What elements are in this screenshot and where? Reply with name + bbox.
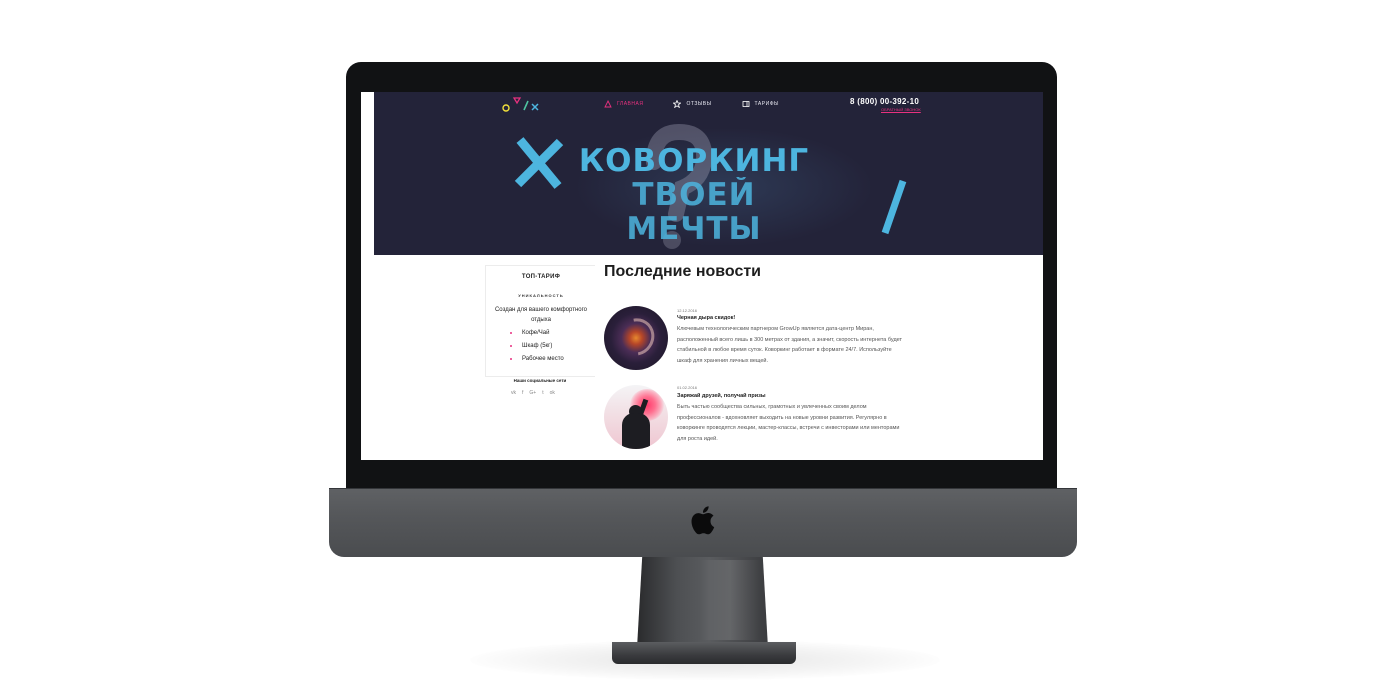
news-date: 01.02.2016 [677, 385, 698, 390]
person-body-graphic [622, 413, 650, 449]
nav-item-reviews[interactable]: ОТЗЫВЫ [673, 100, 711, 108]
hero-banner: ГЛАВНАЯ ОТЗЫВЫ ТАРИФЫ 8 (800) 00-392-10 … [374, 92, 1043, 255]
tariff-description: Создан для вашего комфортного отдыха [494, 307, 588, 323]
triangle-icon [604, 100, 612, 108]
hero-x-shape [514, 137, 564, 189]
vk-icon[interactable]: vk [511, 390, 516, 396]
hero-title: Коворкинг твоей мечты [564, 144, 824, 246]
tariff-title: ТОП-ТАРИФ [521, 274, 561, 280]
screen: ГЛАВНАЯ ОТЗЫВЫ ТАРИФЫ 8 (800) 00-392-10 … [361, 92, 1043, 460]
list-item: Шкаф (5кг) [508, 340, 564, 353]
nav-item-main[interactable]: ГЛАВНАЯ [604, 100, 643, 108]
hero-title-line-1: Коворкинг [578, 143, 810, 179]
hero-slash-shape [881, 179, 907, 235]
tariff-features: Кофе/Чай Шкаф (5кг) Рабочее место [508, 327, 564, 366]
monitor-stand-base [612, 642, 796, 664]
hero-title-line-2: твоей мечты [626, 177, 762, 247]
social-icons: vk f G+ t ok [511, 390, 555, 396]
news-title[interactable]: Заряжай друзей, получай призы [677, 393, 766, 399]
callback-link[interactable]: ОБРАТНЫЙ ЗВОНОК [881, 107, 921, 112]
main-nav: ГЛАВНАЯ ОТЗЫВЫ ТАРИФЫ [604, 100, 779, 108]
tariff-subtitle: УНИКАЛЬНОСТЬ [518, 293, 564, 298]
news-heading: Последние новости [604, 263, 762, 280]
nav-item-label: ТАРИФЫ [754, 101, 779, 107]
nav-item-tariffs[interactable]: ТАРИФЫ [742, 100, 779, 108]
top-tariff-card: ТОП-ТАРИФ УНИКАЛЬНОСТЬ Создан для вашего… [485, 265, 595, 377]
nav-item-label: ОТЗЫВЫ [686, 101, 712, 107]
list-item: Рабочее место [508, 353, 564, 366]
swirl-graphic [610, 311, 662, 363]
social-title: Наши социальные сети [513, 378, 567, 383]
news-text: Быть частью сообщества сильных, грамотны… [677, 404, 900, 442]
news-thumbnail[interactable] [604, 306, 668, 370]
odnoklassniki-icon[interactable]: ok [550, 390, 555, 396]
tag-icon [742, 101, 749, 107]
apple-logo-icon [691, 506, 715, 535]
twitter-icon[interactable]: t [542, 390, 543, 396]
monitor-stand-gloss [700, 560, 760, 640]
star-icon [673, 100, 682, 108]
news-title[interactable]: Черная дыра скидок! [677, 315, 735, 321]
site-logo-icon[interactable] [502, 96, 542, 114]
news-text: Ключевым технологическим партнером GrowU… [677, 326, 903, 364]
facebook-icon[interactable]: f [522, 390, 523, 396]
news-thumbnail[interactable] [604, 385, 668, 449]
google-plus-icon[interactable]: G+ [529, 390, 536, 396]
nav-item-label: ГЛАВНАЯ [617, 101, 644, 107]
phone-number[interactable]: 8 (800) 00-392-10 [850, 97, 919, 106]
news-date: 12.12.2016 [677, 308, 698, 313]
list-item: Кофе/Чай [508, 327, 564, 340]
